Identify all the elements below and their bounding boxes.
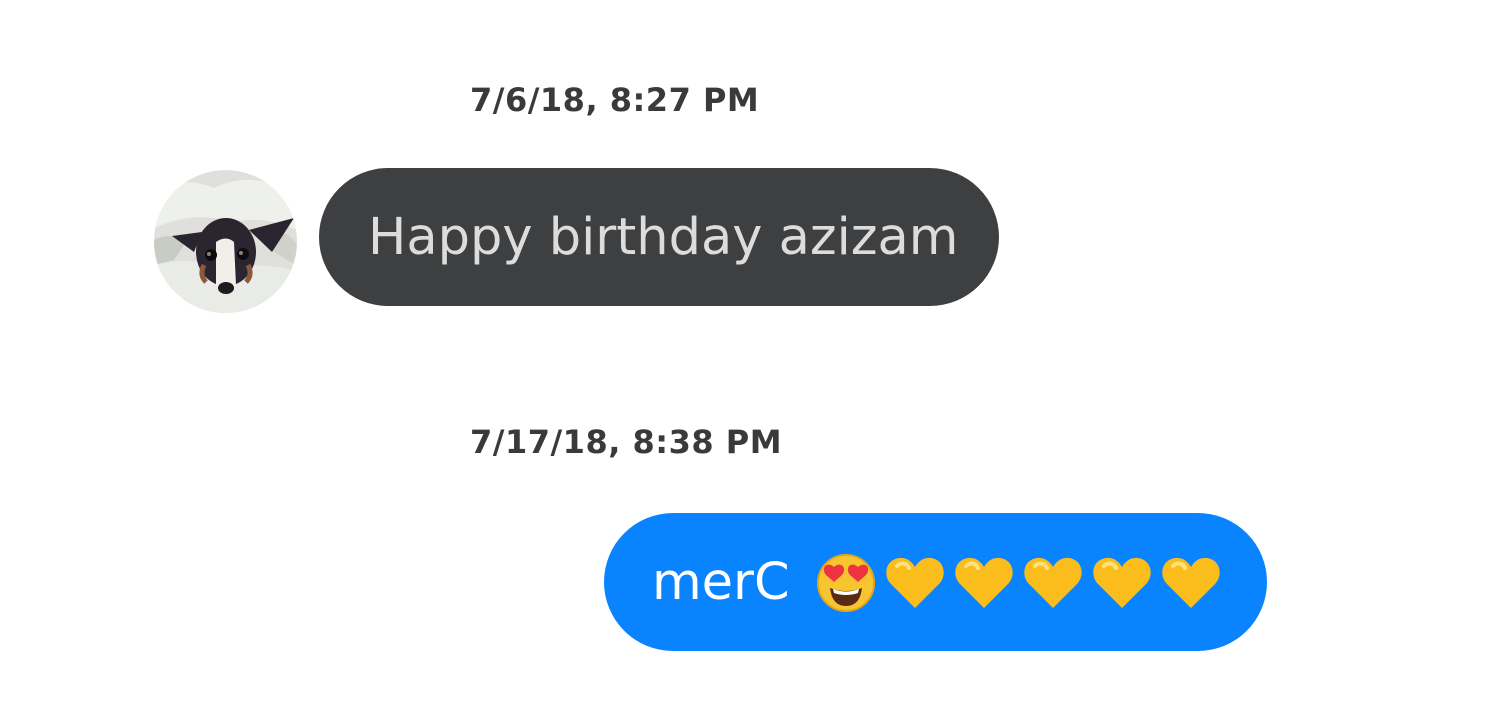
heart-eyes-emoji-icon <box>816 554 875 612</box>
message-text: merC <box>652 552 790 612</box>
outgoing-message-bubble[interactable]: merC <box>604 513 1267 651</box>
message-timestamp: 7/17/18, 8:38 PM <box>470 423 783 461</box>
sender-avatar[interactable] <box>154 170 297 313</box>
emoji-group <box>814 550 1228 614</box>
yellow-heart-icon <box>1092 557 1151 608</box>
yellow-heart-icon <box>885 557 944 608</box>
message-timestamp: 7/6/18, 8:27 PM <box>470 81 760 119</box>
yellow-heart-icon <box>1023 557 1082 608</box>
message-text: Happy birthday azizam <box>368 207 959 267</box>
dog-photo-avatar-icon <box>154 170 297 313</box>
incoming-message-bubble[interactable]: Happy birthday azizam <box>319 168 999 306</box>
yellow-heart-icon <box>954 557 1013 608</box>
yellow-heart-icon <box>1161 557 1220 608</box>
